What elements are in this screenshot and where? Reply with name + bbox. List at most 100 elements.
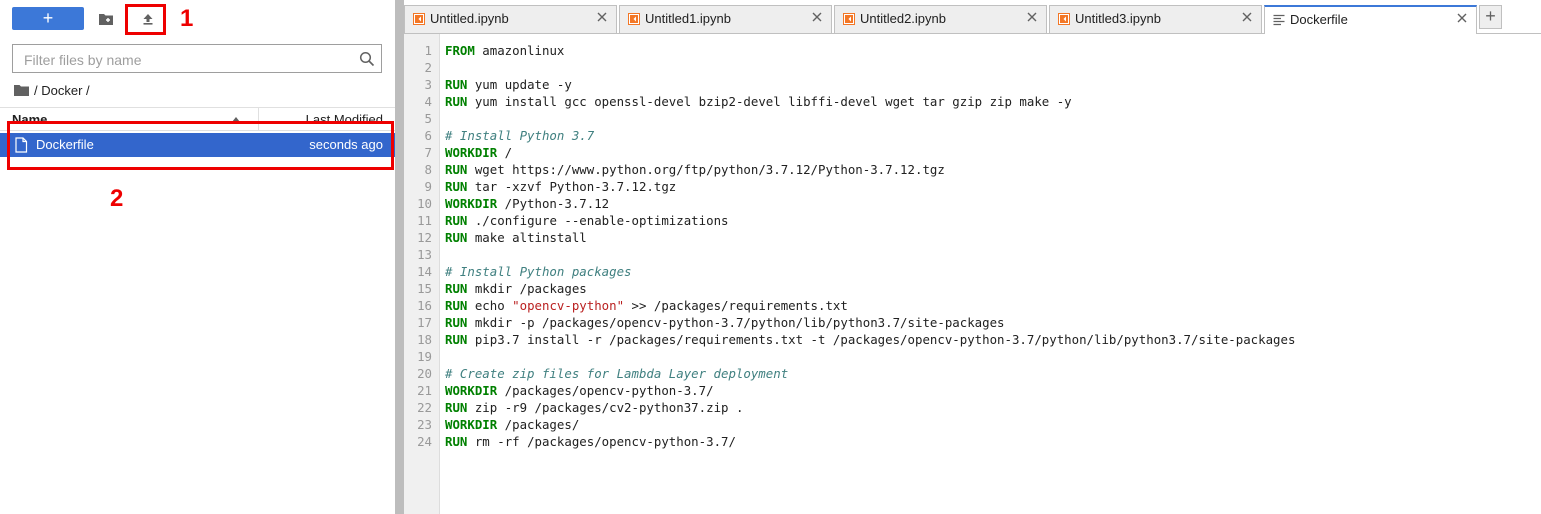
text-token: >> /packages/requirements.txt <box>624 298 848 313</box>
filter-input[interactable] <box>22 50 346 70</box>
notebook-icon <box>628 13 640 25</box>
code-line[interactable]: 20 # Create zip files for Lambda Layer de… <box>404 365 1541 382</box>
tab-dockerfile[interactable]: Dockerfile <box>1264 5 1477 34</box>
code-line[interactable]: 16 RUN echo "opencv-python" >> /packages/… <box>404 297 1541 314</box>
close-icon[interactable] <box>1456 12 1468 24</box>
code-line[interactable]: 7 WORKDIR / <box>404 144 1541 161</box>
add-tab-button[interactable]: + <box>1479 5 1502 29</box>
comment-token: # Install Python packages <box>445 264 632 279</box>
text-token: amazonlinux <box>474 43 565 58</box>
code-line[interactable]: 21 WORKDIR /packages/opencv-python-3.7/ <box>404 382 1541 399</box>
code-line[interactable]: 8 RUN wget https://www.python.org/ftp/pyt… <box>404 161 1541 178</box>
line-number: 24 <box>417 434 432 449</box>
code-line[interactable]: 24 RUN rm -rf /packages/opencv-python-3.7… <box>404 433 1541 450</box>
keyword-token: RUN <box>445 162 468 177</box>
line-text: WORKDIR /Python-3.7.12 <box>445 195 609 212</box>
line-number: 12 <box>417 230 432 245</box>
tab-untitled3[interactable]: Untitled3.ipynb <box>1049 5 1262 33</box>
annotation-box-file <box>7 121 394 170</box>
line-text: RUN rm -rf /packages/opencv-python-3.7/ <box>445 433 736 450</box>
line-text: RUN yum update -y <box>445 76 572 93</box>
close-icon[interactable] <box>1241 11 1253 23</box>
tab-label: Untitled.ipynb <box>430 11 509 26</box>
notebook-icon <box>843 13 855 25</box>
search-icon <box>359 51 375 67</box>
line-number: 20 <box>417 366 432 381</box>
line-text: FROM amazonlinux <box>445 42 564 59</box>
code-line[interactable]: 12 RUN make altinstall <box>404 229 1541 246</box>
line-text: RUN make altinstall <box>445 229 587 246</box>
text-token: echo <box>467 298 513 313</box>
keyword-token: RUN <box>445 298 468 313</box>
code-line[interactable]: 1 FROM amazonlinux <box>404 42 1541 59</box>
new-folder-button[interactable] <box>96 10 116 28</box>
new-folder-icon <box>99 14 113 25</box>
tab-label: Untitled3.ipynb <box>1075 11 1161 26</box>
tab-untitled1[interactable]: Untitled1.ipynb <box>619 5 832 33</box>
tab-untitled2[interactable]: Untitled2.ipynb <box>834 5 1047 33</box>
code-content[interactable]: 1 FROM amazonlinux 2 3 RUN yum update -y 4 RUN… <box>404 42 1541 450</box>
text-token: zip -r9 /packages/cv2-python37.zip . <box>467 400 744 415</box>
text-token: /packages/ <box>497 417 580 432</box>
line-number: 10 <box>417 196 432 211</box>
filter-field[interactable] <box>12 44 382 73</box>
text-token: / <box>497 145 513 160</box>
line-number: 7 <box>424 145 432 160</box>
line-text: RUN ./configure --enable-optimizations <box>445 212 728 229</box>
close-icon[interactable] <box>811 11 823 23</box>
comment-token: # Create zip files for Lambda Layer depl… <box>445 366 789 381</box>
keyword-token: WORKDIR <box>445 145 498 160</box>
line-number: 8 <box>424 162 432 177</box>
line-text: WORKDIR /packages/opencv-python-3.7/ <box>445 382 714 399</box>
code-line[interactable]: 3 RUN yum update -y <box>404 76 1541 93</box>
code-line[interactable]: 19 <box>404 348 1541 365</box>
keyword-token: RUN <box>445 315 468 330</box>
code-line[interactable]: 6 # Install Python 3.7 <box>404 127 1541 144</box>
code-line[interactable]: 13 <box>404 246 1541 263</box>
tab-label: Dockerfile <box>1290 12 1348 27</box>
line-number: 2 <box>424 60 432 75</box>
code-line[interactable]: 18 RUN pip3.7 install -r /packages/requir… <box>404 331 1541 348</box>
text-token: yum update -y <box>467 77 572 92</box>
text-token: ./configure --enable-optimizations <box>467 213 729 228</box>
line-text: RUN zip -r9 /packages/cv2-python37.zip . <box>445 399 743 416</box>
code-line[interactable]: 11 RUN ./configure --enable-optimizations <box>404 212 1541 229</box>
close-icon[interactable] <box>596 11 608 23</box>
code-line[interactable]: 5 <box>404 110 1541 127</box>
keyword-token: RUN <box>445 332 468 347</box>
text-token: rm -rf /packages/opencv-python-3.7/ <box>467 434 736 449</box>
line-number: 18 <box>417 332 432 347</box>
code-line[interactable]: 17 RUN mkdir -p /packages/opencv-python-3… <box>404 314 1541 331</box>
editor-area: Untitled.ipynb Untitled1.ipynb Untitled2… <box>404 0 1541 514</box>
code-line[interactable]: 4 RUN yum install gcc openssl-devel bzip2… <box>404 93 1541 110</box>
line-text: # Create zip files for Lambda Layer depl… <box>445 365 788 382</box>
new-launcher-button[interactable]: + <box>12 7 84 30</box>
line-text: RUN mkdir -p /packages/opencv-python-3.7… <box>445 314 1005 331</box>
text-token: tar -xzvf Python-3.7.12.tgz <box>467 179 677 194</box>
line-text: RUN echo "opencv-python" >> /packages/re… <box>445 297 848 314</box>
code-line[interactable]: 10 WORKDIR /Python-3.7.12 <box>404 195 1541 212</box>
annotation-box-upload <box>125 4 166 35</box>
folder-icon[interactable] <box>14 84 29 96</box>
code-line[interactable]: 14 # Install Python packages <box>404 263 1541 280</box>
breadcrumb-path[interactable]: / Docker / <box>34 83 90 98</box>
keyword-token: WORKDIR <box>445 417 498 432</box>
keyword-token: WORKDIR <box>445 196 498 211</box>
line-text: RUN yum install gcc openssl-devel bzip2-… <box>445 93 1072 110</box>
tab-bar: Untitled.ipynb Untitled1.ipynb Untitled2… <box>404 0 1541 34</box>
code-line[interactable]: 23 WORKDIR /packages/ <box>404 416 1541 433</box>
code-line[interactable]: 9 RUN tar -xzvf Python-3.7.12.tgz <box>404 178 1541 195</box>
panel-splitter[interactable] <box>395 0 404 514</box>
tab-label: Untitled2.ipynb <box>860 11 946 26</box>
notebook-icon <box>413 13 425 25</box>
code-line[interactable]: 22 RUN zip -r9 /packages/cv2-python37.zip… <box>404 399 1541 416</box>
code-editor[interactable]: 1 FROM amazonlinux 2 3 RUN yum update -y 4 RUN… <box>404 34 1541 514</box>
tab-untitled[interactable]: Untitled.ipynb <box>404 5 617 33</box>
line-number: 17 <box>417 315 432 330</box>
line-text: WORKDIR /packages/ <box>445 416 579 433</box>
code-line[interactable]: 2 <box>404 59 1541 76</box>
code-line[interactable]: 15 RUN mkdir /packages <box>404 280 1541 297</box>
close-icon[interactable] <box>1026 11 1038 23</box>
keyword-token: RUN <box>445 213 468 228</box>
keyword-token: RUN <box>445 281 468 296</box>
